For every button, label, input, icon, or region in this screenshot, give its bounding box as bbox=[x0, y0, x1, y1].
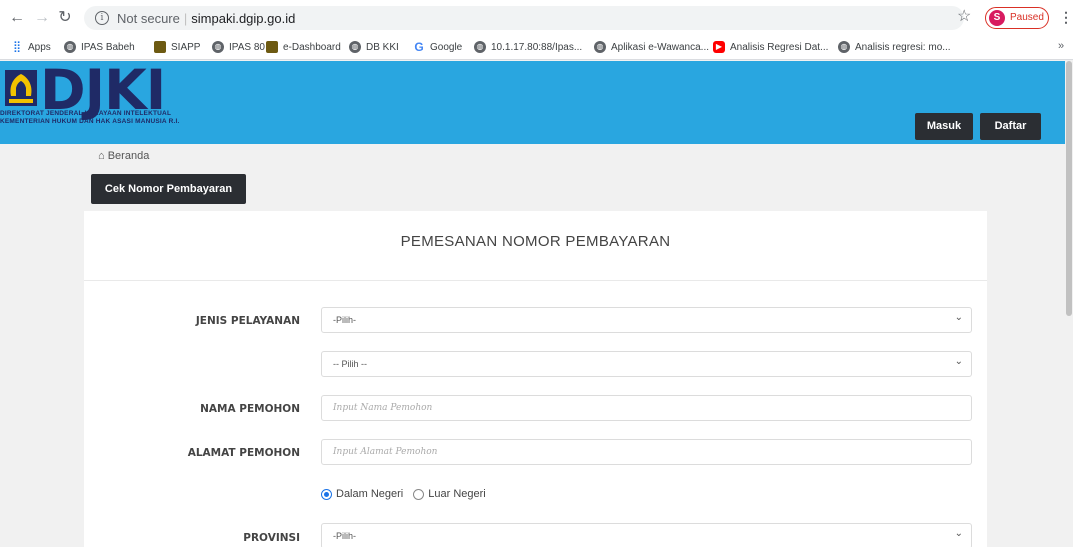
service-type-select[interactable]: -Pilih- ⌄ bbox=[321, 307, 972, 333]
service-type-label: JENIS PELAYANAN bbox=[195, 315, 300, 327]
radio-selected-icon[interactable] bbox=[321, 488, 332, 500]
browser-toolbar: ← → ↻ i Not secure | simpaki.dgip.go.id ☆ … bbox=[0, 0, 1073, 36]
chevron-down-icon: ⌄ bbox=[954, 356, 963, 367]
divider bbox=[84, 280, 987, 281]
breadcrumb-home[interactable]: Beranda bbox=[108, 150, 150, 162]
payment-order-card: PEMESANAN NOMOR PEMBAYARAN bbox=[84, 211, 987, 547]
bookmarks-overflow-icon[interactable]: » bbox=[1058, 40, 1064, 52]
info-icon[interactable]: i bbox=[95, 11, 109, 25]
site-header: DJKI DIREKTORAT JENDERAL KEKAYAAN INTELE… bbox=[0, 61, 1065, 144]
avatar: S bbox=[989, 10, 1005, 26]
bookmark-item[interactable]: ◍ IPAS Babeh bbox=[64, 41, 135, 53]
globe-icon: ◍ bbox=[349, 41, 361, 53]
forward-arrow-icon[interactable]: → bbox=[33, 9, 51, 27]
form-title: PEMESANAN NOMOR PEMBAYARAN bbox=[400, 233, 671, 250]
chevron-down-icon: ⌄ bbox=[954, 528, 963, 539]
origin-radio-group: Dalam Negeri Luar Negeri bbox=[321, 488, 496, 500]
globe-icon: ◍ bbox=[594, 41, 606, 53]
bookmark-item[interactable]: ▶ Analisis Regresi Dat... bbox=[713, 41, 828, 53]
security-label: Not secure bbox=[117, 11, 180, 26]
more-menu-icon[interactable]: ⋮ bbox=[1059, 9, 1073, 26]
bookmark-item[interactable]: ◍ DB KKI bbox=[349, 41, 399, 53]
scroll-thumb[interactable] bbox=[1066, 61, 1072, 316]
sub-service-select[interactable]: -- Pilih -- ⌄ bbox=[321, 351, 972, 377]
bookmark-item[interactable]: ◍ Aplikasi e-Wawanca... bbox=[594, 41, 709, 53]
bookmark-item[interactable]: ◍ Analisis regresi: mo... bbox=[838, 41, 951, 53]
applicant-address-input[interactable]: Input Alamat Pemohon bbox=[321, 439, 972, 465]
bookmark-item[interactable]: e-Dashboard bbox=[266, 41, 341, 53]
bookmark-item[interactable]: ⣿ Apps bbox=[11, 41, 51, 53]
register-button[interactable]: Daftar bbox=[980, 113, 1041, 140]
bookmark-star-icon[interactable]: ☆ bbox=[957, 8, 971, 26]
bookmark-item[interactable]: ◍ IPAS 80 bbox=[212, 41, 265, 53]
address-bar[interactable]: i Not secure | simpaki.dgip.go.id bbox=[84, 6, 964, 30]
applicant-name-input[interactable]: Input Nama Pemohon bbox=[321, 395, 972, 421]
page-scrollbar[interactable] bbox=[1065, 61, 1073, 547]
reload-icon[interactable]: ↻ bbox=[56, 9, 74, 27]
login-button[interactable]: Masuk bbox=[915, 113, 973, 140]
applicant-name-label: NAMA PEMOHON bbox=[200, 403, 300, 415]
url-text[interactable]: simpaki.dgip.go.id bbox=[191, 11, 295, 26]
youtube-icon: ▶ bbox=[713, 41, 725, 53]
province-select[interactable]: -Pilih- ⌄ bbox=[321, 523, 972, 547]
bookmark-item[interactable]: SIAPP bbox=[154, 41, 200, 53]
applicant-address-label: ALAMAT PEMOHON bbox=[187, 447, 300, 459]
origin-domestic-option[interactable]: Dalam Negeri bbox=[321, 488, 403, 500]
bookmark-item[interactable]: ◍ 10.1.17.80:88/Ipas... bbox=[474, 41, 582, 53]
globe-icon: ◍ bbox=[474, 41, 486, 53]
back-arrow-icon[interactable]: ← bbox=[8, 9, 26, 27]
breadcrumb: ⌂ Beranda bbox=[98, 150, 149, 162]
logo-subtitle: DIREKTORAT JENDERAL KEKAYAAN INTELEKTUAL bbox=[0, 110, 172, 117]
garuda-emblem-icon bbox=[5, 70, 37, 106]
google-icon: G bbox=[414, 40, 424, 54]
profile-status: Paused bbox=[1010, 12, 1044, 23]
emblem-icon bbox=[266, 41, 278, 53]
check-payment-number-button[interactable]: Cek Nomor Pembayaran bbox=[91, 174, 246, 204]
logo-subtitle: KEMENTERIAN HUKUM DAN HAK ASASI MANUSIA … bbox=[0, 118, 180, 125]
province-label: PROVINSI bbox=[243, 532, 300, 544]
apps-grid-icon: ⣿ bbox=[12, 41, 22, 53]
globe-icon: ◍ bbox=[64, 41, 76, 53]
bookmark-item[interactable]: G Google bbox=[413, 41, 462, 53]
bookmarks-bar: ⣿ Apps ◍ IPAS Babeh SIAPP ◍ IPAS 80 e-Dashb… bbox=[0, 36, 1073, 60]
origin-foreign-option[interactable]: Luar Negeri bbox=[413, 488, 486, 500]
profile-button[interactable]: S Paused bbox=[985, 7, 1049, 29]
globe-icon: ◍ bbox=[212, 41, 224, 53]
home-icon: ⌂ bbox=[98, 150, 105, 162]
radio-unselected-icon[interactable] bbox=[413, 488, 425, 500]
globe-icon: ◍ bbox=[838, 41, 850, 53]
emblem-icon bbox=[154, 41, 166, 53]
chevron-down-icon: ⌄ bbox=[954, 312, 963, 323]
